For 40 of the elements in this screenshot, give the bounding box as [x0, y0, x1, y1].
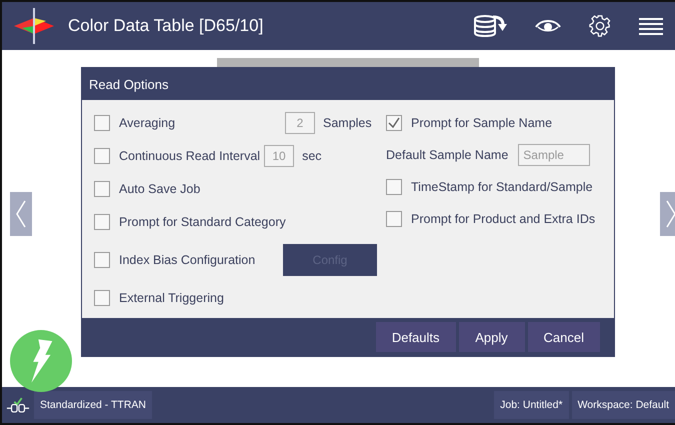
option-label: Auto Save Job	[119, 182, 200, 196]
window-title: Color Data Table [D65/10]	[68, 16, 264, 36]
field-label: Default Sample Name	[386, 148, 508, 162]
database-sync-icon[interactable]	[473, 14, 507, 38]
option-label: Continuous Read Interval	[119, 149, 260, 163]
option-label: Index Bias Configuration	[119, 253, 256, 267]
checkbox[interactable]	[94, 181, 110, 197]
option-label: Averaging	[119, 116, 176, 130]
menu-icon[interactable]	[639, 17, 663, 35]
settings-icon[interactable]	[589, 15, 611, 37]
dialog-title: Read Options	[82, 68, 614, 100]
connection-label: Standardized - TTRAN	[34, 391, 152, 419]
color-wheel-logo-icon	[12, 6, 56, 46]
option-label: TimeStamp for Standard/Sample	[411, 180, 593, 194]
checkbox[interactable]	[386, 179, 402, 195]
checkbox[interactable]	[94, 115, 110, 131]
checkbox[interactable]	[386, 211, 402, 227]
eye-icon[interactable]	[535, 18, 561, 34]
sample-name-field[interactable]: Sample	[518, 144, 590, 166]
workspace-status[interactable]: Workspace: Default	[572, 391, 675, 419]
dialog-button[interactable]: Defaults	[376, 322, 456, 352]
job-status[interactable]: Job: Untitled*	[494, 391, 569, 419]
option-label: External Triggering	[119, 291, 224, 305]
unit-label: sec	[302, 149, 322, 163]
option-label: Prompt for Product and Extra IDs	[411, 212, 596, 226]
connection-status[interactable]: Standardized - TTRAN	[6, 391, 152, 419]
option-label: Prompt for Standard Category	[119, 215, 286, 229]
unit-label: Samples	[323, 116, 372, 130]
checkbox[interactable]	[94, 252, 110, 268]
chevron-right-icon	[665, 199, 675, 229]
connected-plug-icon	[6, 396, 30, 414]
option-label: Prompt for Sample Name	[411, 116, 552, 130]
dialog-button[interactable]: Apply	[458, 322, 525, 352]
chevron-left-icon	[15, 199, 27, 229]
checkbox[interactable]	[94, 148, 110, 164]
dialog-button[interactable]: Cancel	[528, 322, 600, 352]
checkbox[interactable]	[386, 115, 402, 131]
checkbox[interactable]	[94, 214, 110, 230]
checkbox[interactable]	[94, 290, 110, 306]
previous-arrow-button[interactable]	[10, 192, 32, 236]
